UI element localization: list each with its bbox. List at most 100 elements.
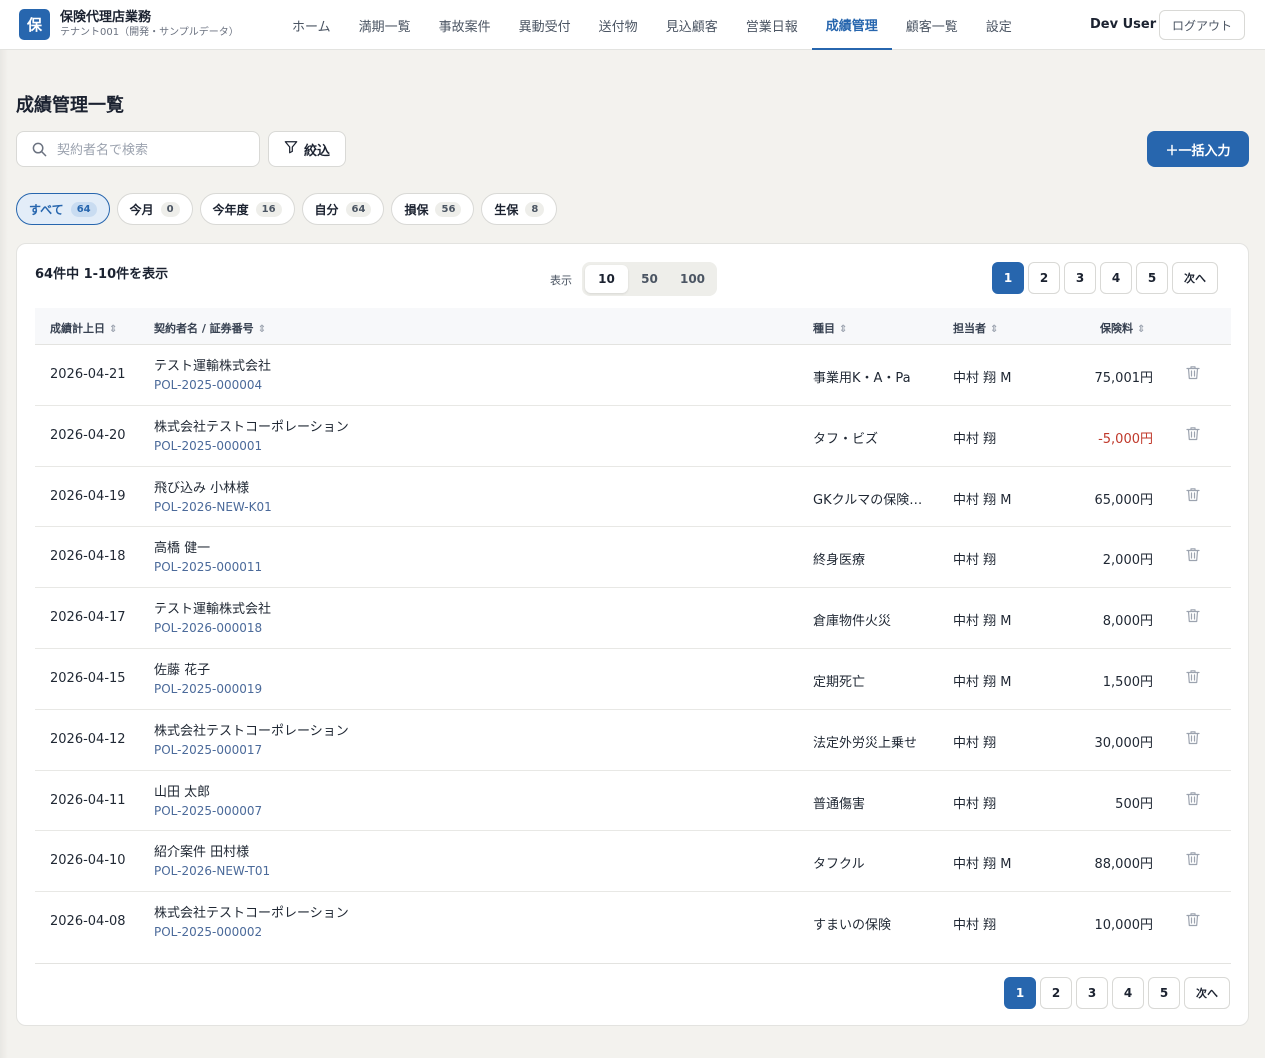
column-header-contract[interactable]: 契約者名 / 証券番号 ⇕ xyxy=(154,320,266,336)
cell-staff: 中村 翔 M xyxy=(953,492,1012,508)
brand[interactable]: 保 保険代理店業務 テナント001（開発・サンプルデータ） xyxy=(19,9,239,40)
trash-icon[interactable] xyxy=(1186,608,1200,627)
pagesize-50[interactable]: 50 xyxy=(628,265,671,293)
page-button-2[interactable]: 2 xyxy=(1040,977,1072,1009)
cell-premium: 65,000円 xyxy=(1094,492,1154,508)
chip-label: 自分 xyxy=(314,202,339,217)
page-button-1[interactable]: 1 xyxy=(992,262,1024,294)
cell-contractor-name: 紹介案件 田村様 xyxy=(154,845,250,861)
sort-icon: ⇕ xyxy=(257,324,267,335)
cell-type: 法定外労災上乗せ xyxy=(813,735,918,751)
cell-contractor-name: 株式会社テストコーポレーション xyxy=(154,723,349,739)
search-box xyxy=(16,131,260,167)
trash-icon[interactable] xyxy=(1186,426,1200,445)
search-icon xyxy=(32,142,47,161)
page-button-5[interactable]: 5 xyxy=(1136,262,1168,294)
nav-item-mailings[interactable]: 送付物 xyxy=(585,0,652,50)
filter-button[interactable]: 絞込 xyxy=(268,131,346,167)
nav-item-change-requests[interactable]: 異動受付 xyxy=(505,0,585,50)
brand-text: 保険代理店業務 テナント001（開発・サンプルデータ） xyxy=(60,10,239,39)
nav-item-home[interactable]: ホーム xyxy=(278,0,345,50)
cell-staff: 中村 翔 xyxy=(953,735,997,751)
sort-icon: ⇕ xyxy=(990,324,999,335)
cell-date: 2026-04-12 xyxy=(50,731,126,747)
chip-life[interactable]: 生保 8 xyxy=(481,193,558,225)
cell-date: 2026-04-19 xyxy=(50,488,126,504)
page-button-5[interactable]: 5 xyxy=(1148,977,1180,1009)
nav-item-accident-cases[interactable]: 事故案件 xyxy=(425,0,505,50)
next-page-button[interactable]: 次へ xyxy=(1184,977,1230,1009)
page-button-4[interactable]: 4 xyxy=(1100,262,1132,294)
table-row[interactable]: 2026-04-08 株式会社テストコーポレーション POL-2025-0000… xyxy=(35,892,1231,965)
table-row[interactable]: 2026-04-20 株式会社テストコーポレーション POL-2025-0000… xyxy=(35,406,1231,467)
next-page-button[interactable]: 次へ xyxy=(1172,262,1218,294)
cell-contractor-name: 高橋 健一 xyxy=(154,541,211,557)
nav-item-performance[interactable]: 成績管理 xyxy=(811,0,892,50)
trash-icon[interactable] xyxy=(1186,547,1200,566)
page-button-3[interactable]: 3 xyxy=(1076,977,1108,1009)
chip-non-life[interactable]: 損保 56 xyxy=(391,193,475,225)
trash-icon[interactable] xyxy=(1186,730,1200,749)
cell-premium: 30,000円 xyxy=(1094,735,1154,751)
cell-date: 2026-04-10 xyxy=(50,853,126,869)
cell-premium: -5,000円 xyxy=(1098,431,1153,447)
cell-staff: 中村 翔 M xyxy=(953,674,1012,690)
filter-icon xyxy=(284,140,298,158)
search-input[interactable] xyxy=(57,138,252,162)
trash-icon[interactable] xyxy=(1186,912,1200,931)
bulk-input-button[interactable]: ＋一括入力 xyxy=(1147,131,1249,167)
nav-item-sales-reports[interactable]: 営業日報 xyxy=(732,0,812,50)
cell-contractor-name: 山田 太郎 xyxy=(154,784,211,800)
table-row[interactable]: 2026-04-12 株式会社テストコーポレーション POL-2025-0000… xyxy=(35,710,1231,771)
nav-item-prospects[interactable]: 見込顧客 xyxy=(652,0,732,50)
nav-item-settings[interactable]: 設定 xyxy=(972,0,1026,50)
chip-count: 16 xyxy=(255,201,282,217)
cell-policy-number: POL-2025-000001 xyxy=(154,438,263,453)
chip-this-month[interactable]: 今月 0 xyxy=(116,193,193,225)
page-left-shade xyxy=(0,50,8,1058)
nav-item-maturity-list[interactable]: 満期一覧 xyxy=(345,0,425,50)
table-row[interactable]: 2026-04-10 紹介案件 田村様 POL-2026-NEW-T01 タフク… xyxy=(35,831,1231,893)
page-button-3[interactable]: 3 xyxy=(1064,262,1096,294)
column-header-date[interactable]: 成績計上日 ⇕ xyxy=(50,320,117,336)
cell-staff: 中村 翔 xyxy=(953,431,997,447)
chip-all[interactable]: すべて 64 xyxy=(16,193,110,225)
pagesize-100[interactable]: 100 xyxy=(671,265,714,293)
cell-policy-number: POL-2026-000018 xyxy=(154,621,263,636)
chip-mine[interactable]: 自分 64 xyxy=(301,193,385,225)
tenant-subtitle: テナント001（開発・サンプルデータ） xyxy=(60,27,239,38)
table-row[interactable]: 2026-04-15 佐藤 花子 POL-2025-000019 定期死亡 中村… xyxy=(35,649,1231,710)
page-button-1[interactable]: 1 xyxy=(1004,977,1036,1009)
column-header-label: 種目 xyxy=(813,322,835,335)
nav-item-customers[interactable]: 顧客一覧 xyxy=(892,0,972,50)
column-header-type[interactable]: 種目 ⇕ xyxy=(813,320,847,336)
table-row[interactable]: 2026-04-19 飛び込み 小林様 POL-2026-NEW-K01 GKク… xyxy=(35,467,1231,528)
logout-button[interactable]: ログアウト xyxy=(1159,10,1245,40)
cell-policy-number: POL-2025-000004 xyxy=(154,378,263,392)
trash-icon[interactable] xyxy=(1186,487,1200,506)
column-header-premium[interactable]: 保険料 ⇕ xyxy=(1100,320,1145,336)
trash-icon[interactable] xyxy=(1186,851,1200,870)
cell-contractor-name: 佐藤 花子 xyxy=(154,662,211,678)
result-summary: 64件中 1-10件を表示 xyxy=(35,267,169,282)
cell-policy-number: POL-2025-000017 xyxy=(154,742,263,757)
column-header-staff[interactable]: 担当者 ⇕ xyxy=(953,320,998,336)
cell-premium: 8,000円 xyxy=(1102,614,1153,630)
chip-label: 今月 xyxy=(129,202,154,217)
chip-label: すべて xyxy=(29,202,64,217)
chip-this-fiscal-year[interactable]: 今年度 16 xyxy=(199,193,295,225)
table-row[interactable]: 2026-04-18 高橋 健一 POL-2025-000011 終身医療 中村… xyxy=(35,527,1231,589)
top-navigation-bar: 保 保険代理店業務 テナント001（開発・サンプルデータ） ホーム 満期一覧 事… xyxy=(0,0,1265,50)
trash-icon[interactable] xyxy=(1186,365,1200,384)
page-button-4[interactable]: 4 xyxy=(1112,977,1144,1009)
table-row[interactable]: 2026-04-11 山田 太郎 POL-2025-000007 普通傷害 中村… xyxy=(35,771,1231,832)
pagesize-10[interactable]: 10 xyxy=(585,265,628,293)
trash-icon[interactable] xyxy=(1186,669,1200,688)
filter-chips: すべて 64 今月 0 今年度 16 自分 64 損保 56 生保 8 xyxy=(16,193,558,225)
page-button-2[interactable]: 2 xyxy=(1028,262,1060,294)
table-row[interactable]: 2026-04-21 テスト運輸株式会社 POL-2025-000004 事業用… xyxy=(35,345,1231,406)
trash-icon[interactable] xyxy=(1186,791,1200,810)
chip-count: 0 xyxy=(160,201,180,217)
cell-type: GKクルマの保険… xyxy=(813,492,923,508)
table-row[interactable]: 2026-04-17 テスト運輸株式会社 POL-2026-000018 倉庫物… xyxy=(35,588,1231,649)
